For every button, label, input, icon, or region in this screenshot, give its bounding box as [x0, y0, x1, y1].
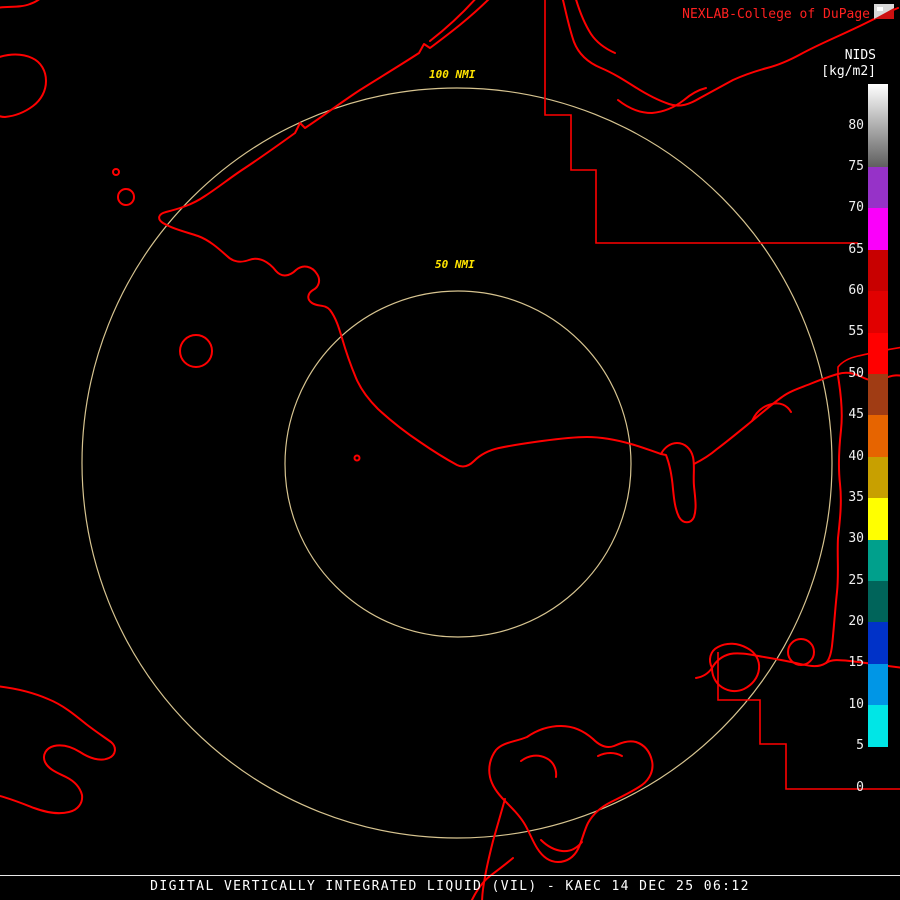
colorbar-segment-70-75	[868, 167, 888, 209]
colorbar-segment-30-35	[868, 498, 888, 540]
colorbar-tick-70: 70	[848, 200, 864, 216]
river-top-right-branch	[575, 0, 616, 54]
colorbar-tick-0: 0	[856, 779, 864, 795]
colorbar-tick-25: 25	[848, 572, 864, 588]
colorbar-segment-25-30	[868, 539, 888, 581]
radar-display: 100 NMI 50 NMI NEXLAB-College of DuPage …	[0, 0, 900, 900]
small-mark-1	[112, 168, 120, 176]
colorbar-tick-35: 35	[848, 489, 864, 505]
small-lake-2	[179, 334, 213, 368]
shore-top-left-corner	[0, 0, 40, 9]
colorbar-segment-50-55	[868, 332, 888, 374]
colorbar-segment-35-40	[868, 456, 888, 499]
small-lake-1	[117, 188, 135, 206]
colorbar-segment-0-5	[868, 746, 888, 788]
colorbar-tick-50: 50	[848, 365, 864, 381]
coastline-barrier	[429, 0, 476, 42]
radar-map-svg	[0, 0, 900, 900]
island-top-left	[0, 53, 47, 118]
colorbar-tick-45: 45	[848, 407, 864, 423]
lake-circle-bottom-right	[787, 638, 815, 666]
colorbar-tick-75: 75	[848, 158, 864, 174]
range-ring-label-50nmi: 50 NMI	[433, 258, 477, 271]
bottom-divider	[0, 875, 900, 876]
colorbar-tick-5: 5	[856, 738, 864, 754]
colorbar-segment-45-50	[868, 374, 888, 416]
colorbar-segment-5-10	[868, 705, 888, 747]
nexlab-logo-icon	[874, 4, 894, 19]
colorbar-tick-80: 80	[848, 117, 864, 133]
lake-complex-inner	[520, 754, 558, 778]
scale-units: [kg/m2]	[821, 64, 876, 79]
colorbar-tick-20: 20	[848, 614, 864, 629]
colorbar-segment-40-45	[868, 415, 888, 457]
colorbar-segment-15-20	[868, 622, 888, 664]
colorbar-tick-60: 60	[848, 283, 864, 298]
colorbar-tick-65: 65	[848, 241, 864, 257]
lake-complex-inner-2	[540, 839, 583, 853]
small-mark-2	[353, 454, 361, 462]
colorbar-segment-10-15	[868, 663, 888, 706]
coastline-main	[158, 0, 662, 468]
range-ring-100nmi	[81, 87, 833, 839]
lake-complex-inner-3	[597, 752, 623, 757]
colorbar-tick-10: 10	[848, 696, 864, 712]
colorbar-tick-55: 55	[848, 324, 864, 340]
coastline-peninsula	[660, 442, 697, 524]
colorbar-segment-75-80+	[868, 84, 888, 167]
scale-title: NIDS	[844, 48, 876, 63]
colorbar-tick-15: 15	[848, 655, 864, 671]
colorbar-segment-65-70	[868, 208, 888, 250]
brand-text: NEXLAB-College of DuPage	[682, 7, 870, 22]
product-caption: DIGITAL VERTICALLY INTEGRATED LIQUID (VI…	[150, 879, 750, 894]
colorbar-tick-40: 40	[848, 448, 864, 464]
range-ring-label-100nmi: 100 NMI	[427, 68, 478, 81]
range-ring-50nmi	[284, 290, 632, 638]
colorbar-tick-30: 30	[848, 531, 864, 547]
colorbar-segment-20-25	[868, 581, 888, 623]
colorbar	[868, 84, 888, 788]
colorbar-segment-55-60	[868, 291, 888, 333]
lake-complex-outline	[488, 725, 654, 863]
colorbar-segment-60-65	[868, 249, 888, 292]
coastline-bottom-left	[0, 685, 116, 815]
